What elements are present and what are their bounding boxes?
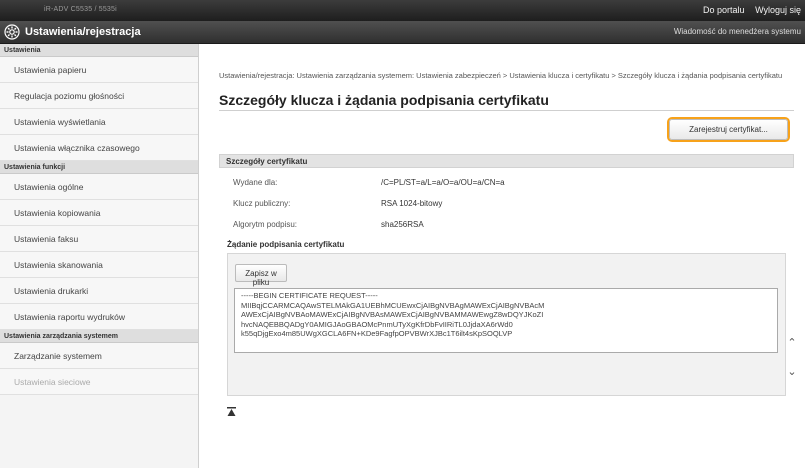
sidebar-item-paper-settings[interactable]: Ustawienia papieru bbox=[0, 57, 198, 83]
top-bar: iR-ADV C5535 / 5535i Do portalu Wyloguj … bbox=[0, 0, 805, 21]
sidebar-item-general[interactable]: Ustawienia ogólne bbox=[0, 174, 198, 200]
detail-row-signature-algorithm: Algorytm podpisu: sha256RSA bbox=[233, 220, 424, 229]
title-bar: Ustawienia/rejestracja Wiadomość do mene… bbox=[0, 21, 805, 44]
scroll-down-icon[interactable]: ⌄ bbox=[787, 367, 797, 378]
title-divider bbox=[219, 110, 794, 111]
detail-label: Klucz publiczny: bbox=[233, 199, 291, 208]
detail-row-issued-to: Wydane dla: /C=PL/ST=a/L=a/O=a/OU=a/CN=a bbox=[233, 178, 505, 187]
save-to-file-button[interactable]: Zapisz w pliku bbox=[235, 264, 287, 287]
sidebar-item-fax[interactable]: Ustawienia faksu bbox=[0, 226, 198, 252]
detail-value: /C=PL/ST=a/L=a/O=a/OU=a/CN=a bbox=[381, 178, 505, 187]
csr-textarea[interactable]: -----BEGIN CERTIFICATE REQUEST----- MIIB… bbox=[234, 288, 778, 353]
detail-row-public-key: Klucz publiczny: RSA 1024-bitowy bbox=[233, 199, 442, 208]
portal-link[interactable]: Do portalu bbox=[703, 5, 745, 15]
logout-link[interactable]: Wyloguj się bbox=[755, 5, 801, 15]
sidebar-item-system-management[interactable]: Zarządzanie systemem bbox=[0, 343, 198, 369]
sidebar-item-copy[interactable]: Ustawienia kopiowania bbox=[0, 200, 198, 226]
sidebar-section-function-settings: Ustawienia funkcji bbox=[0, 161, 198, 174]
breadcrumb: Ustawienia/rejestracja: Ustawienia zarzą… bbox=[219, 71, 783, 80]
arrow-to-top-icon[interactable] bbox=[227, 407, 236, 417]
sidebar-item-scan[interactable]: Ustawienia skanowania bbox=[0, 252, 198, 278]
scroll-up-icon[interactable]: ⌃ bbox=[787, 338, 797, 349]
sidebar-item-network[interactable]: Ustawienia sieciowe bbox=[0, 369, 198, 395]
message-to-admin-link[interactable]: Wiadomość do menedżera systemu bbox=[674, 27, 801, 36]
sidebar-item-display[interactable]: Ustawienia wyświetlania bbox=[0, 109, 198, 135]
register-certificate-button[interactable]: Zarejestruj certyfikat... bbox=[669, 119, 788, 140]
sidebar-section-system-management: Ustawienia zarządzania systemem bbox=[0, 330, 198, 343]
sidebar-item-volume[interactable]: Regulacja poziomu głośności bbox=[0, 83, 198, 109]
sidebar-item-print-report[interactable]: Ustawienia raportu wydruków bbox=[0, 304, 198, 330]
detail-label: Algorytm podpisu: bbox=[233, 220, 298, 229]
detail-label: Wydane dla: bbox=[233, 178, 278, 187]
top-links: Do portalu Wyloguj się bbox=[695, 5, 801, 15]
device-name: iR-ADV C5535 / 5535i bbox=[44, 6, 117, 13]
main-content: Ustawienia/rejestracja: Ustawienia zarzą… bbox=[199, 44, 805, 468]
sidebar-item-timer[interactable]: Ustawienia włącznika czasowego bbox=[0, 135, 198, 161]
sidebar: Ustawienia Ustawienia papieru Regulacja … bbox=[0, 44, 199, 468]
sidebar-item-printer[interactable]: Ustawienia drukarki bbox=[0, 278, 198, 304]
sidebar-section-settings: Ustawienia bbox=[0, 44, 198, 57]
page-title: Szczegóły klucza i żądania podpisania ce… bbox=[219, 92, 549, 108]
gear-icon bbox=[4, 24, 20, 40]
csr-panel: Zapisz w pliku -----BEGIN CERTIFICATE RE… bbox=[227, 253, 786, 396]
certificate-details-header: Szczegóły certyfikatu bbox=[219, 154, 794, 168]
csr-section-title: Żądanie podpisania certyfikatu bbox=[227, 240, 345, 249]
detail-value: RSA 1024-bitowy bbox=[381, 199, 443, 208]
app-title: Ustawienia/rejestracja bbox=[25, 26, 141, 38]
detail-value: sha256RSA bbox=[381, 220, 424, 229]
